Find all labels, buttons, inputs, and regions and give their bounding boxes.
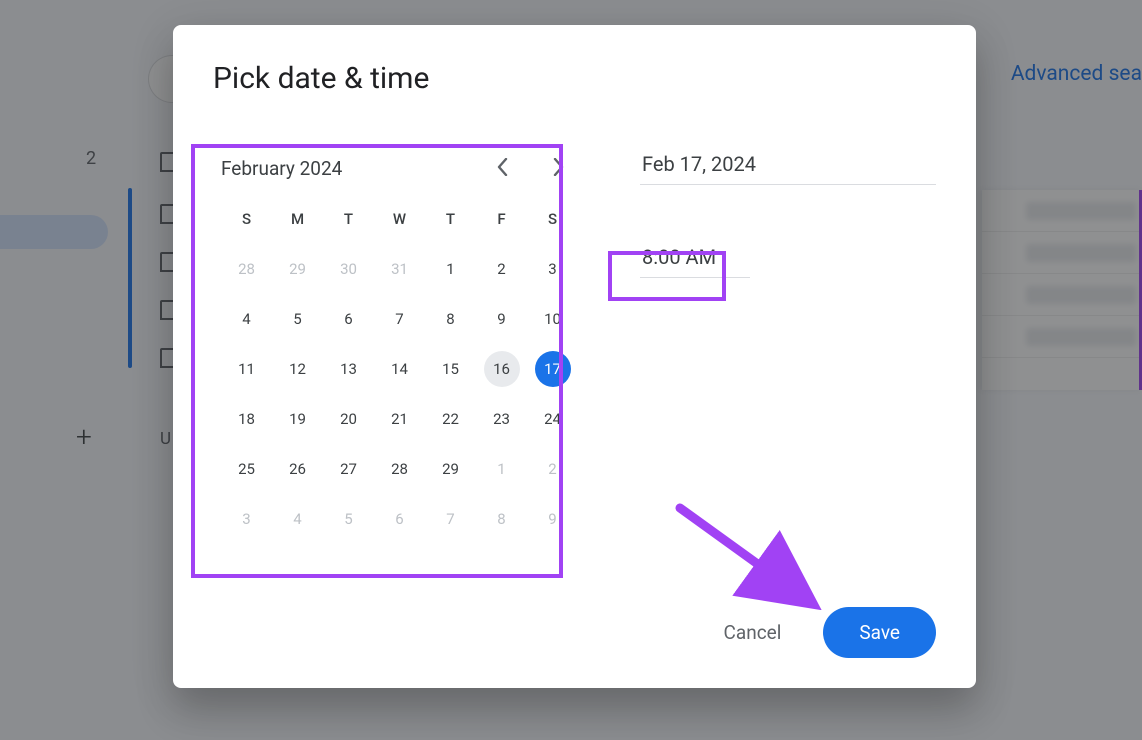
calendar-day[interactable]: 5 xyxy=(272,294,323,344)
calendar-dow: M xyxy=(272,194,323,244)
calendar-day[interactable]: 28 xyxy=(221,244,272,294)
chevron-right-icon xyxy=(553,158,564,179)
calendar-day[interactable]: 3 xyxy=(527,244,578,294)
calendar-day[interactable]: 23 xyxy=(476,394,527,444)
calendar-grid: SMTWTFS282930311234567891011121314151617… xyxy=(221,194,578,544)
calendar-day[interactable]: 14 xyxy=(374,344,425,394)
chevron-left-icon xyxy=(497,158,508,179)
calendar-day[interactable]: 22 xyxy=(425,394,476,444)
calendar-day[interactable]: 7 xyxy=(374,294,425,344)
pick-date-time-dialog: Pick date & time February 2024 xyxy=(173,25,976,688)
save-button[interactable]: Save xyxy=(823,607,936,658)
calendar-day[interactable]: 18 xyxy=(221,394,272,444)
calendar-day[interactable]: 26 xyxy=(272,444,323,494)
calendar-day[interactable]: 8 xyxy=(476,494,527,544)
date-input[interactable] xyxy=(640,146,936,185)
calendar-month-label: February 2024 xyxy=(221,157,342,180)
calendar-day[interactable]: 11 xyxy=(221,344,272,394)
calendar-day[interactable]: 19 xyxy=(272,394,323,444)
calendar-day[interactable]: 24 xyxy=(527,394,578,444)
calendar-day[interactable]: 7 xyxy=(425,494,476,544)
dialog-title: Pick date & time xyxy=(213,61,936,96)
calendar-day[interactable]: 2 xyxy=(476,244,527,294)
calendar-day[interactable]: 2 xyxy=(527,444,578,494)
calendar-day[interactable]: 25 xyxy=(221,444,272,494)
calendar-dow: S xyxy=(527,194,578,244)
calendar-day[interactable]: 5 xyxy=(323,494,374,544)
calendar-day[interactable]: 29 xyxy=(425,444,476,494)
calendar-dow: W xyxy=(374,194,425,244)
calendar-dow: S xyxy=(221,194,272,244)
time-input[interactable] xyxy=(640,239,750,278)
calendar-day[interactable]: 6 xyxy=(323,294,374,344)
calendar-day[interactable]: 30 xyxy=(323,244,374,294)
calendar-day[interactable]: 13 xyxy=(323,344,374,394)
calendar-next-month-button[interactable] xyxy=(544,154,572,182)
calendar-prev-month-button[interactable] xyxy=(488,154,516,182)
calendar-day[interactable]: 12 xyxy=(272,344,323,394)
calendar-dow: F xyxy=(476,194,527,244)
calendar-day[interactable]: 28 xyxy=(374,444,425,494)
calendar-day[interactable]: 9 xyxy=(527,494,578,544)
cancel-button[interactable]: Cancel xyxy=(710,611,796,654)
calendar-day[interactable]: 15 xyxy=(425,344,476,394)
calendar-day[interactable]: 31 xyxy=(374,244,425,294)
calendar-day[interactable]: 3 xyxy=(221,494,272,544)
calendar-day[interactable]: 1 xyxy=(425,244,476,294)
calendar-day[interactable]: 20 xyxy=(323,394,374,444)
calendar-day[interactable]: 6 xyxy=(374,494,425,544)
calendar-day[interactable]: 10 xyxy=(527,294,578,344)
calendar-day[interactable]: 4 xyxy=(221,294,272,344)
calendar-day[interactable]: 9 xyxy=(476,294,527,344)
calendar-day[interactable]: 16 xyxy=(476,344,527,394)
calendar: February 2024 SMTWTFS2829303112345678910… xyxy=(213,142,586,552)
calendar-day[interactable]: 27 xyxy=(323,444,374,494)
calendar-day[interactable]: 29 xyxy=(272,244,323,294)
calendar-dow: T xyxy=(323,194,374,244)
calendar-day[interactable]: 1 xyxy=(476,444,527,494)
calendar-day[interactable]: 17 xyxy=(527,344,578,394)
calendar-day[interactable]: 21 xyxy=(374,394,425,444)
calendar-day[interactable]: 4 xyxy=(272,494,323,544)
calendar-dow: T xyxy=(425,194,476,244)
calendar-day[interactable]: 8 xyxy=(425,294,476,344)
